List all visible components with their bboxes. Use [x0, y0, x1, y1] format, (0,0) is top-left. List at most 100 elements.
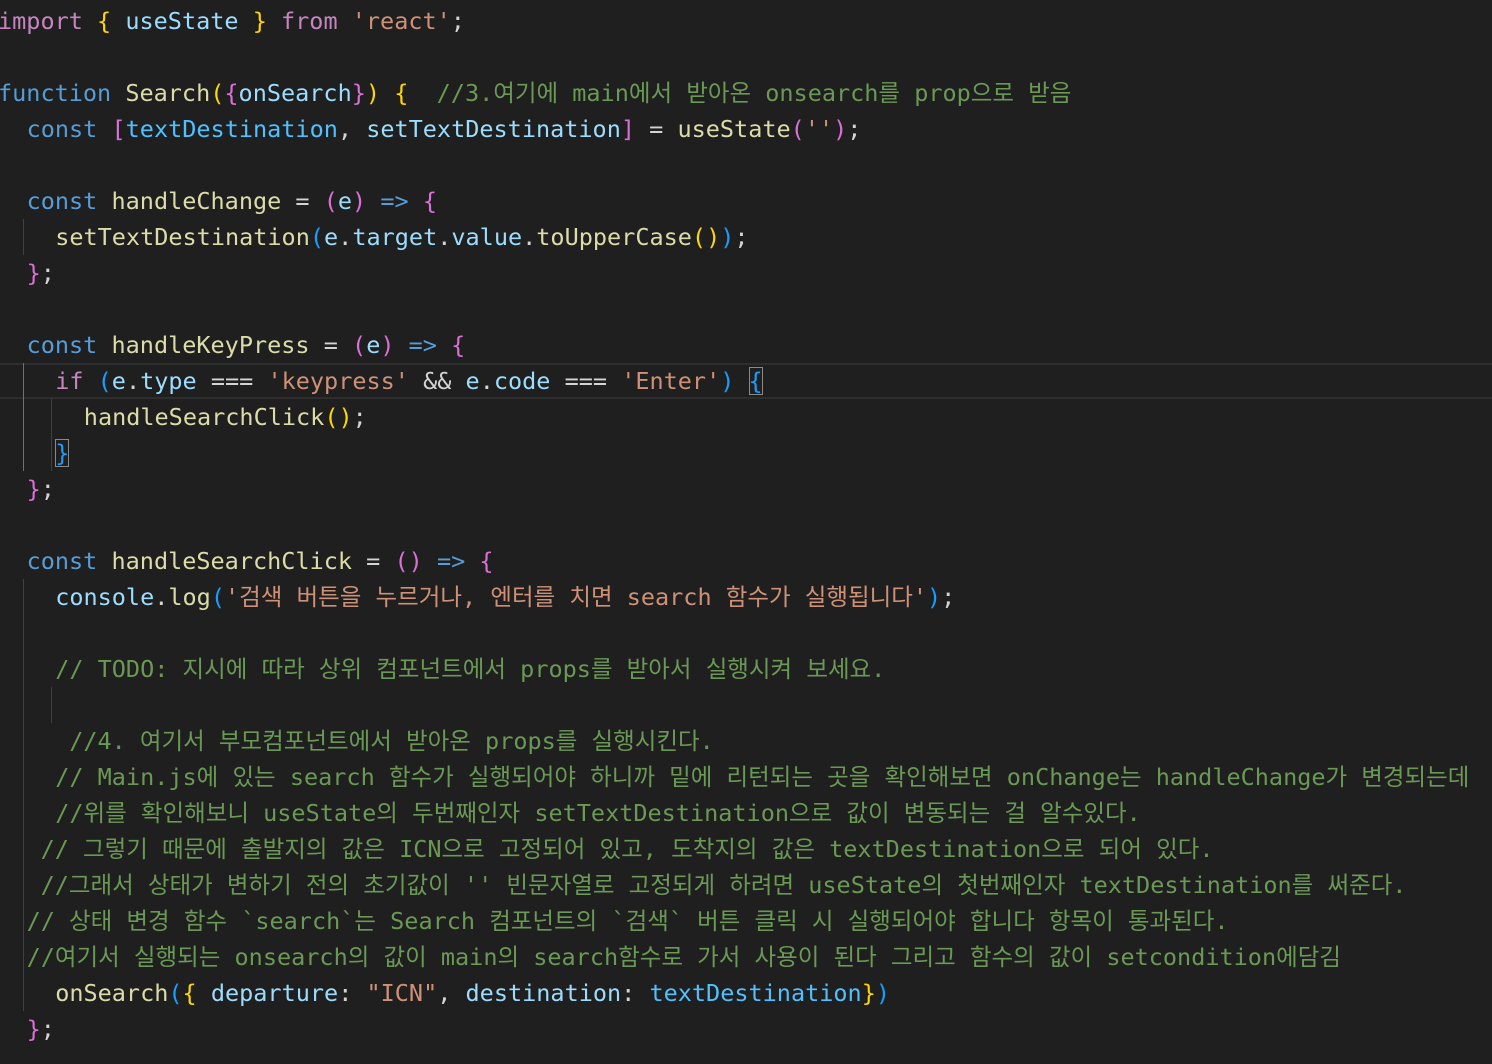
code-line[interactable]: onSearch({ departure: "ICN", destination…: [55, 975, 890, 1011]
code-token: ]: [620, 115, 636, 143]
code-token: .: [522, 223, 537, 251]
code-token: type: [140, 367, 197, 395]
code-line[interactable]: //위를 확인해보니 useState의 두번째인자 setTextDestin…: [55, 795, 1141, 831]
code-token: {: [422, 187, 437, 215]
code-token: e: [465, 367, 480, 395]
code-token: //3.여기에 main에서 받아온 onsearch를 prop으로 받음: [436, 79, 1072, 107]
code-line[interactable]: };: [27, 1011, 55, 1047]
code-line[interactable]: }: [55, 435, 70, 471]
code-token: log: [168, 583, 211, 611]
code-token: (: [790, 115, 805, 143]
code-editor[interactable]: import { useState } from 'react'; functio…: [0, 0, 1492, 1064]
code-line[interactable]: //4. 여기서 부모컴포넌트에서 받아온 props를 실행시킨다.: [69, 723, 714, 759]
code-token: }: [26, 1015, 41, 1043]
code-token: .: [125, 367, 141, 395]
indent-guide: [22, 579, 24, 1011]
code-token: .: [154, 583, 169, 611]
code-line[interactable]: const handleChange = (e) => {: [27, 183, 437, 219]
code-token: //여기서 실행되는 onsearch의 값이 main의 search함수로 …: [26, 943, 1341, 971]
code-token: e: [324, 223, 339, 251]
code-token: (: [323, 187, 338, 215]
code-line[interactable]: function Search({onSearch}) { //3.여기에 ma…: [0, 75, 1071, 111]
code-token: textDestination: [649, 979, 862, 1007]
code-token: handleSearchClick: [83, 403, 325, 431]
code-token: // Main.js에 있는 search 함수가 실행되어야 하니까 밑에 리…: [55, 763, 1470, 791]
code-token: :: [621, 979, 650, 1007]
code-token: =: [309, 331, 353, 359]
code-token: .: [437, 223, 452, 251]
code-token: //위를 확인해보니 useState의 두번째인자 setTextDestin…: [55, 799, 1141, 827]
code-line[interactable]: const handleKeyPress = (e) => {: [27, 327, 466, 363]
code-token: ;: [734, 223, 749, 251]
indent-guide: [51, 687, 53, 723]
code-line[interactable]: handleSearchClick();: [84, 399, 367, 435]
code-token: {: [394, 79, 409, 107]
code-line[interactable]: const handleSearchClick = () => {: [27, 543, 494, 579]
code-token: from: [281, 7, 338, 35]
code-line[interactable]: if (e.type === 'keypress' && e.code === …: [55, 363, 763, 399]
code-token: ): [352, 187, 367, 215]
code-token: code: [493, 367, 551, 395]
code-token: // TODO: 지시에 따라 상위 컴포넌트에서 props를 받아서 실행시…: [55, 655, 886, 683]
code-line[interactable]: const [textDestination, setTextDestinati…: [27, 111, 862, 147]
code-token: {: [97, 7, 112, 35]
code-token: (: [309, 223, 325, 251]
code-token: handleChange: [111, 187, 282, 215]
code-token: destination: [465, 979, 622, 1007]
code-token: ): [927, 583, 942, 611]
code-line[interactable]: // 상태 변경 함수 `search`는 Search 컴포넌트의 `검색` …: [27, 903, 1229, 939]
code-token: setTextDestination: [366, 115, 621, 143]
code-line[interactable]: // Main.js에 있는 search 함수가 실행되어야 하니까 밑에 리…: [55, 759, 1469, 795]
code-token: '': [804, 115, 834, 143]
code-token: (: [210, 79, 225, 107]
code-token: Search: [125, 79, 211, 107]
code-token: ): [720, 223, 735, 251]
code-token: 'react': [351, 7, 451, 35]
code-line[interactable]: // TODO: 지시에 따라 상위 컴포넌트에서 props를 받아서 실행시…: [55, 651, 885, 687]
code-line[interactable]: // 그렇기 때문에 출발지의 값은 ICN으로 고정되어 있고, 도착지의 값…: [41, 831, 1214, 867]
code-token: ): [720, 367, 735, 395]
code-token: {: [451, 331, 466, 359]
code-token: ;: [40, 475, 55, 503]
code-token: ,: [337, 115, 367, 143]
code-token: ;: [450, 7, 465, 35]
code-token: value: [451, 223, 523, 251]
code-token: const: [26, 115, 98, 143]
code-token: ===: [550, 367, 622, 395]
code-token: 'Enter': [621, 367, 721, 395]
code-line[interactable]: console.log('검색 버튼을 누르거나, 엔터를 치면 search …: [55, 579, 955, 615]
code-line[interactable]: setTextDestination(e.target.value.toUppe…: [55, 219, 748, 255]
code-token: onSearch: [55, 979, 169, 1007]
code-line[interactable]: import { useState } from 'react';: [0, 3, 465, 39]
code-token: ): [380, 331, 395, 359]
code-token: =>: [408, 331, 437, 359]
code-token: const: [26, 547, 98, 575]
code-token: //4. 여기서 부모컴포넌트에서 받아온 props를 실행시킨다.: [69, 727, 714, 755]
code-token: (: [97, 367, 112, 395]
code-line[interactable]: };: [27, 471, 55, 507]
code-line[interactable]: //여기서 실행되는 onsearch의 값이 main의 search함수로 …: [27, 939, 1341, 975]
code-line[interactable]: //그래서 상태가 변하기 전의 초기값이 '' 빈문자열로 고정되게 하려면 …: [41, 867, 1407, 903]
code-line[interactable]: };: [27, 255, 55, 291]
code-token: textDestination: [125, 115, 338, 143]
code-token: const: [26, 331, 98, 359]
code-token: handleKeyPress: [111, 331, 310, 359]
code-token: ,: [437, 979, 466, 1007]
indent-guide: [51, 399, 53, 471]
code-token: e: [111, 367, 126, 395]
code-token: }: [55, 439, 70, 467]
code-token: if: [55, 367, 84, 395]
code-token: handleSearchClick: [111, 547, 353, 575]
